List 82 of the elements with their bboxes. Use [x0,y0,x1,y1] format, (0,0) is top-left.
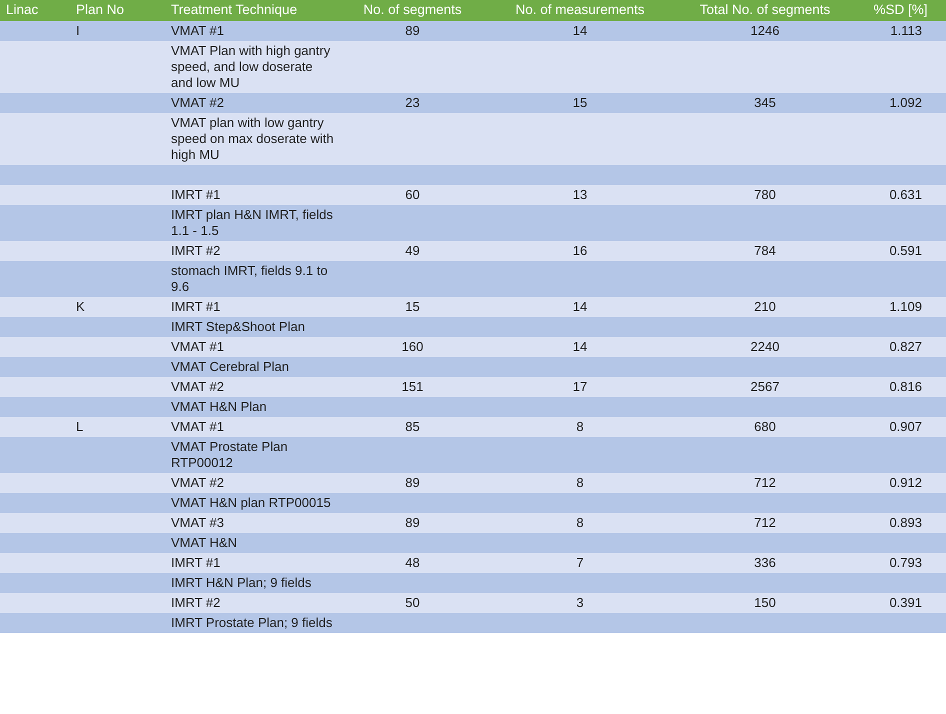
table-cell: 345 [675,93,855,113]
table-cell: 784 [675,241,855,261]
column-header: %SD [%] [855,0,946,21]
table-cell: 89 [340,513,485,533]
table-cell: 0.816 [855,377,946,397]
table-cell: 89 [340,21,485,41]
column-header: Total No. of segments [675,0,855,21]
table-cell: 712 [675,513,855,533]
table-cell: 16 [485,241,675,261]
table-cell: 13 [485,185,675,205]
table-cell: IMRT #1 [165,553,340,573]
table-cell: stomach IMRT, fields 9.1 to 9.6 [165,261,340,297]
table-cell: 210 [675,297,855,317]
table-cell: 15 [485,93,675,113]
table-cell: 2240 [675,337,855,357]
table-cell: 60 [340,185,485,205]
table-cell: 48 [340,553,485,573]
table-cell: L [70,417,165,437]
table-cell: VMAT #1 [165,417,340,437]
table-cell: VMAT #2 [165,93,340,113]
table-cell: 85 [340,417,485,437]
table-cell: 1.109 [855,297,946,317]
table-cell: 1.113 [855,21,946,41]
table-cell: VMAT #1 [165,337,340,357]
table-cell: IMRT #2 [165,593,340,613]
table-cell: I [70,21,165,41]
table-cell: 23 [340,93,485,113]
table-cell: 8 [485,417,675,437]
table-cell: VMAT H&N [165,533,340,553]
column-header: Linac [0,0,70,21]
table-cell: IMRT Step&Shoot Plan [165,317,340,337]
table-cell: IMRT H&N Plan; 9 fields [165,573,340,593]
table-cell: 7 [485,553,675,573]
table-cell: 0.893 [855,513,946,533]
table-cell: VMAT plan with low gantry speed on max doserate with high MU [165,113,340,165]
table-cell: IMRT #1 [165,185,340,205]
table-cell: 89 [340,473,485,493]
table-cell: VMAT #2 [165,377,340,397]
table-cell: VMAT Plan with high gantry speed, and low doserate and low MU [165,41,340,93]
table-cell: VMAT H&N plan RTP00015 [165,493,340,513]
table-cell: 14 [485,21,675,41]
table-cell: 712 [675,473,855,493]
column-header: No. of segments [340,0,485,21]
table-cell: 2567 [675,377,855,397]
table-cell: VMAT #3 [165,513,340,533]
table-cell: 0.591 [855,241,946,261]
table-cell: IMRT Prostate Plan; 9 fields [165,613,340,633]
table-cell: 336 [675,553,855,573]
table-cell: 1246 [675,21,855,41]
table-cell: VMAT Cerebral Plan [165,357,340,377]
table-cell: K [70,297,165,317]
table-cell: 15 [340,297,485,317]
table-cell: 0.391 [855,593,946,613]
table-cell: IMRT plan H&N IMRT, fields 1.1 - 1.5 [165,205,340,241]
table-cell: 50 [340,593,485,613]
table-cell: IMRT #2 [165,241,340,261]
table-cell: 0.907 [855,417,946,437]
table-cell: VMAT #1 [165,21,340,41]
table-cell: 0.827 [855,337,946,357]
table-cell: 0.912 [855,473,946,493]
table-cell: VMAT #2 [165,473,340,493]
table-cell: 49 [340,241,485,261]
table-cell: 14 [485,297,675,317]
table-cell: VMAT Prostate Plan RTP00012 [165,437,340,473]
column-header: No. of measurements [485,0,675,21]
table-cell: 8 [485,513,675,533]
table-cell: VMAT H&N Plan [165,397,340,417]
table-cell: 151 [340,377,485,397]
column-header: Treatment Technique [165,0,340,21]
table-cell: 160 [340,337,485,357]
table-cell: 17 [485,377,675,397]
table-cell: 0.631 [855,185,946,205]
table-cell: 1.092 [855,93,946,113]
table-cell: 14 [485,337,675,357]
table-cell: 780 [675,185,855,205]
table-cell: 0.793 [855,553,946,573]
table-cell: 150 [675,593,855,613]
table-cell: IMRT #1 [165,297,340,317]
table-cell: 3 [485,593,675,613]
table-cell: 680 [675,417,855,437]
column-header: Plan No [70,0,165,21]
table-cell: 8 [485,473,675,493]
